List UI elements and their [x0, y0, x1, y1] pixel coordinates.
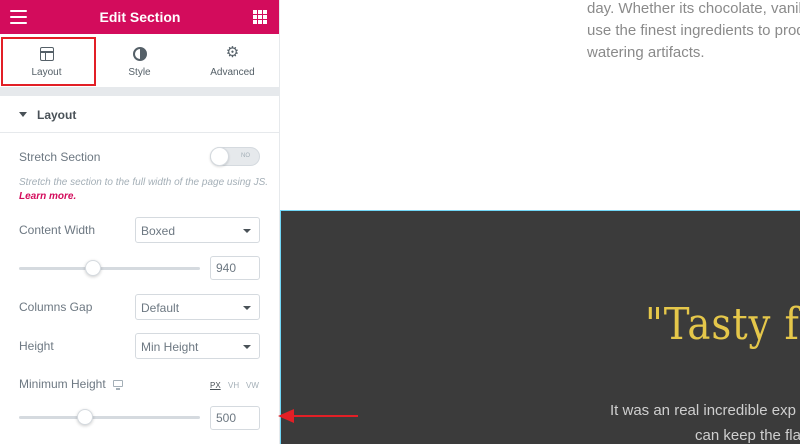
section-heading: "Tasty fo: [645, 299, 800, 350]
unit-vw[interactable]: VW: [246, 381, 259, 390]
tab-style[interactable]: Style: [93, 34, 186, 88]
width-slider-thumb[interactable]: [85, 260, 101, 276]
gear-icon: ⚙: [225, 44, 240, 61]
caret-down-icon: [19, 112, 27, 117]
layout-section-toggle[interactable]: Layout: [0, 96, 279, 133]
section-text-line: can keep the fla: [695, 427, 800, 444]
tab-advanced-label: Advanced: [210, 67, 255, 78]
learn-more-link[interactable]: Learn more.: [19, 191, 76, 202]
min-height-slider[interactable]: [19, 409, 200, 425]
style-icon: [132, 47, 147, 61]
height-select[interactable]: Min Height: [135, 333, 260, 359]
widgets-grid-icon[interactable]: [253, 10, 267, 24]
panel-tabs: Layout Style ⚙ Advanced: [0, 34, 279, 88]
columns-gap-value: Default: [141, 301, 180, 315]
minimum-height-label: Minimum Height: [19, 377, 106, 391]
panel-header: Edit Section: [0, 0, 279, 34]
chevron-down-icon: [243, 345, 251, 349]
panel-title: Edit Section: [99, 9, 181, 25]
chevron-down-icon: [243, 229, 251, 233]
unit-vh[interactable]: VH: [228, 381, 239, 390]
preview-paragraph-line: watering artifacts.: [587, 44, 705, 61]
desktop-monitor-icon[interactable]: [113, 380, 123, 390]
panel-divider: [0, 88, 279, 96]
content-width-value: Boxed: [141, 224, 176, 238]
min-height-slider-thumb[interactable]: [77, 409, 93, 425]
stretch-section-toggle[interactable]: NO: [210, 147, 260, 166]
content-width-label: Content Width: [19, 223, 96, 237]
tab-layout-label: Layout: [31, 67, 62, 78]
width-input[interactable]: [210, 256, 260, 280]
tab-advanced[interactable]: ⚙ Advanced: [186, 34, 279, 88]
annotation-arrow-line: [292, 415, 358, 417]
stretch-help-description: Stretch the section to the full width of…: [19, 177, 269, 188]
unit-px[interactable]: PX: [210, 381, 221, 390]
preview-paragraph-line: use the finest ingredients to prod: [587, 22, 800, 39]
section-text-line: It was an real incredible exp: [610, 402, 796, 419]
height-label: Height: [19, 339, 54, 353]
editor-panel: Edit Section Layout Style ⚙ Advanced Lay…: [0, 0, 280, 444]
preview-paragraph-line: day. Whether its chocolate, vanill: [587, 0, 800, 17]
layout-section-title: Layout: [37, 108, 77, 122]
content-width-select[interactable]: Boxed: [135, 217, 260, 243]
toggle-state-text: NO: [241, 153, 250, 159]
stretch-help-text: Stretch the section to the full width of…: [19, 176, 269, 204]
height-value: Min Height: [141, 340, 199, 354]
min-height-input[interactable]: [210, 406, 260, 430]
columns-gap-label: Columns Gap: [19, 300, 93, 314]
toggle-knob: [210, 147, 229, 166]
tab-style-label: Style: [128, 67, 151, 78]
chevron-down-icon: [243, 306, 251, 310]
columns-gap-select[interactable]: Default: [135, 294, 260, 320]
width-slider[interactable]: [19, 260, 200, 276]
tab-layout[interactable]: Layout: [0, 34, 93, 88]
layout-icon: [39, 47, 54, 61]
stretch-section-label: Stretch Section: [19, 150, 101, 164]
annotation-arrow-icon: [278, 409, 294, 423]
